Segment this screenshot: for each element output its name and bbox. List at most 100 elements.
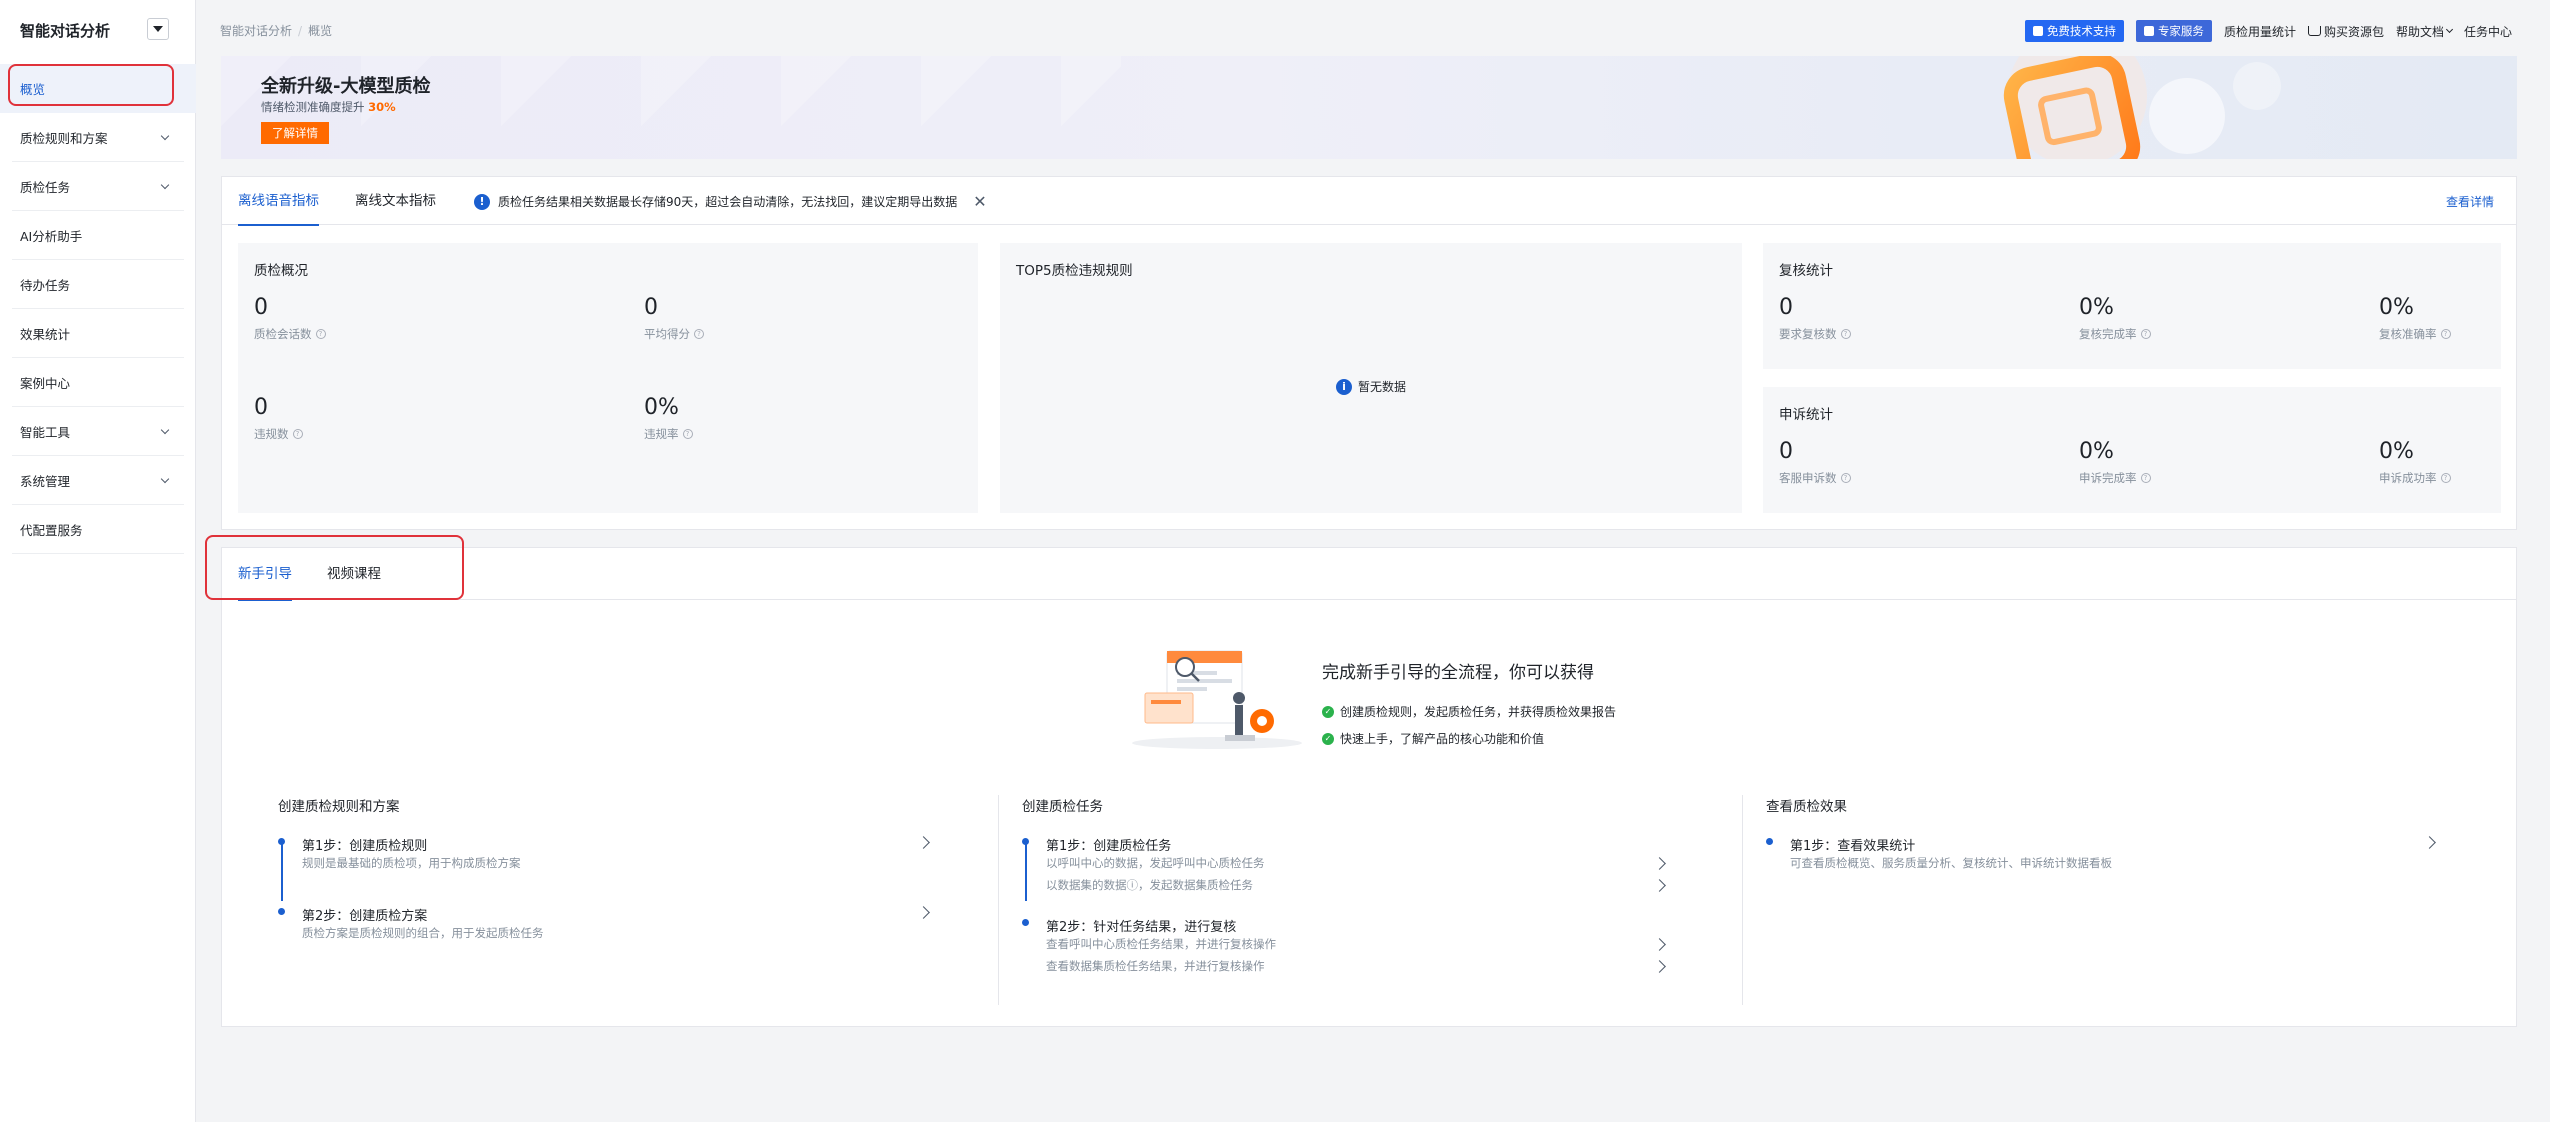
usage-stats-link[interactable]: 质检用量统计 — [2224, 23, 2296, 40]
sidebar-item-config-service[interactable]: 代配置服务 — [0, 505, 196, 554]
column-title: 创建质检任务 — [1022, 799, 1103, 815]
tab-video-course[interactable]: 视频课程 — [327, 548, 381, 600]
sidebar-item-overview[interactable]: 概览 — [0, 64, 196, 113]
stat-review-completion: 0% 复核完成率? — [2079, 295, 2151, 342]
guide-column-tasks: 创建质检任务 第1步：创建质检任务 以呼叫中心的数据，发起呼叫中心质检任务 以数… — [1022, 795, 1712, 1005]
stat-label: 申诉完成率 — [2079, 471, 2137, 485]
info-icon: ! — [474, 193, 490, 210]
guide-step[interactable]: 第1步：创建质检规则 规则是最基础的质检项，用于构成质检方案 — [278, 835, 968, 885]
help-icon[interactable]: ? — [315, 329, 326, 339]
chevron-right-icon[interactable] — [1653, 960, 1666, 973]
sidebar-item-stats[interactable]: 效果统计 — [0, 309, 196, 358]
view-detail-link[interactable]: 查看详情 — [2446, 193, 2494, 210]
help-icon[interactable]: ? — [1840, 329, 1851, 339]
chevron-right-icon[interactable] — [1653, 857, 1666, 870]
breadcrumb-current: 概览 — [308, 24, 333, 38]
sidebar: 智能对话分析 概览 质检规则和方案 质检任务 AI分析助手 待办任务 效果统计 … — [0, 0, 196, 1122]
subtitle-highlight: 30% — [368, 100, 396, 114]
stat-label: 申诉成功率 — [2379, 471, 2437, 485]
top-navigation: 免费技术支持 专家服务 质检用量统计 购买资源包 帮助文档 任务中心 — [2024, 20, 2512, 42]
stat-value: 0 — [254, 395, 268, 420]
help-icon[interactable]: ? — [2140, 473, 2151, 483]
benefit-item: ✓ 创建质检规则，发起质检任务，并获得质检效果报告 — [1322, 703, 1616, 720]
panel-title: 质检概况 — [254, 263, 308, 279]
stat-label: 复核完成率 — [2079, 327, 2137, 341]
stat-label: 客服申诉数 — [1779, 471, 1837, 485]
info-icon: i — [1335, 378, 1352, 395]
stat-review-accuracy: 0% 复核准确率? — [2379, 295, 2451, 342]
stat-label: 要求复核数 — [1779, 327, 1837, 341]
chevron-right-icon[interactable] — [1653, 879, 1666, 892]
tab-offline-text[interactable]: 离线文本指标 — [355, 177, 436, 225]
help-icon[interactable]: ? — [682, 429, 693, 439]
step-description: 以数据集的数据ⓘ，发起数据集质检任务 — [1046, 878, 1253, 892]
stat-value: 0 — [254, 295, 268, 320]
sidebar-item-label: 质检规则和方案 — [20, 131, 108, 146]
promo-banner: 全新升级-大模型质检 情绪检测准确度提升 30% 了解详情 — [221, 56, 2517, 159]
guide-step[interactable]: 第2步：创建质检方案 质检方案是质检规则的组合，用于发起质检任务 — [278, 905, 968, 955]
guide-tabs: 新手引导 视频课程 — [222, 548, 2516, 601]
step-description: 可查看质检概览、服务质量分析、复核统计、申诉统计数据看板 — [1790, 856, 2112, 870]
caret-down-icon — [153, 26, 163, 32]
stat-violation-rate: 0% 违规率? — [644, 395, 693, 442]
metrics-card: 离线语音指标 离线文本指标 ! 质检任务结果相关数据最长存储90天，超过会自动清… — [221, 176, 2517, 530]
sidebar-item-ai-assistant[interactable]: AI分析助手 — [0, 211, 196, 260]
support-icon — [2032, 26, 2043, 36]
sidebar-item-system[interactable]: 系统管理 — [0, 456, 196, 505]
step-description: 查看呼叫中心质检任务结果，并进行复核操作 — [1046, 937, 1276, 951]
benefit-item: ✓ 快速上手，了解产品的核心功能和价值 — [1322, 730, 1544, 747]
stat-sessions: 0 质检会话数? — [254, 295, 326, 342]
tab-offline-voice[interactable]: 离线语音指标 — [238, 177, 319, 226]
help-icon[interactable]: ? — [2440, 473, 2451, 483]
link-label: 购买资源包 — [2323, 24, 2384, 39]
help-icon[interactable]: ? — [2440, 329, 2451, 339]
chevron-right-icon[interactable] — [917, 906, 930, 919]
stat-value: 0% — [2379, 295, 2414, 320]
chevron-right-icon[interactable] — [1653, 938, 1666, 951]
cart-icon — [2307, 26, 2321, 36]
step-description: 以呼叫中心的数据，发起呼叫中心质检任务 — [1046, 856, 1265, 870]
stat-value: 0% — [2079, 439, 2114, 464]
sidebar-item-label: 效果统计 — [20, 327, 71, 342]
guide-step[interactable]: 第1步：创建质检任务 以呼叫中心的数据，发起呼叫中心质检任务 以数据集的数据ⓘ，… — [1022, 835, 1712, 897]
metrics-tabs: 离线语音指标 离线文本指标 ! 质检任务结果相关数据最长存储90天，超过会自动清… — [222, 177, 2516, 226]
help-icon[interactable]: ? — [292, 429, 303, 439]
chevron-down-icon — [2445, 25, 2454, 34]
free-support-button[interactable]: 免费技术支持 — [2024, 20, 2124, 42]
guide-step[interactable]: 第1步：查看效果统计 可查看质检概览、服务质量分析、复核统计、申诉统计数据看板 — [1766, 835, 2456, 885]
guide-step[interactable]: 第2步：针对任务结果，进行复核 查看呼叫中心质检任务结果，并进行复核操作 查看数… — [1022, 916, 1712, 978]
breadcrumb: 智能对话分析 / 概览 — [220, 24, 333, 38]
stat-value: 0 — [1779, 439, 1793, 464]
tab-beginner-guide[interactable]: 新手引导 — [238, 548, 292, 601]
close-icon[interactable]: ✕ — [973, 192, 986, 211]
sidebar-item-todo[interactable]: 待办任务 — [0, 260, 196, 309]
step-title: 第1步：创建质检任务 — [1046, 839, 1172, 854]
breadcrumb-root[interactable]: 智能对话分析 — [220, 24, 292, 38]
empty-state: i 暂无数据 — [1335, 378, 1406, 395]
sidebar-collapse-button[interactable] — [147, 18, 169, 40]
sidebar-item-cases[interactable]: 案例中心 — [0, 358, 196, 407]
task-center-link[interactable]: 任务中心 — [2464, 23, 2512, 40]
help-icon[interactable]: ? — [1840, 473, 1851, 483]
help-icon[interactable]: ? — [2140, 329, 2151, 339]
appeal-panel: 申诉统计 0 客服申诉数? 0% 申诉完成率? 0% 申诉成功率? — [1763, 387, 2501, 513]
buy-resource-link[interactable]: 购买资源包 — [2307, 23, 2384, 40]
help-docs-menu[interactable]: 帮助文档 — [2396, 23, 2454, 40]
chevron-down-icon — [160, 474, 170, 484]
chevron-right-icon[interactable] — [2423, 836, 2436, 849]
sidebar-item-rules[interactable]: 质检规则和方案 — [0, 113, 196, 162]
stat-review-required: 0 要求复核数? — [1779, 295, 1851, 342]
help-icon[interactable]: ? — [694, 329, 704, 339]
sidebar-item-label: 待办任务 — [20, 278, 71, 293]
stat-value: 0% — [2379, 439, 2414, 464]
stat-average-score: 0 平均得分? — [644, 295, 704, 342]
expert-service-button[interactable]: 专家服务 — [2135, 20, 2212, 42]
stat-value: 0% — [644, 395, 679, 420]
chevron-right-icon[interactable] — [917, 836, 930, 849]
step-dot — [1766, 838, 1773, 845]
stat-label: 复核准确率 — [2379, 327, 2437, 341]
sidebar-item-tools[interactable]: 智能工具 — [0, 407, 196, 456]
step-dot — [278, 908, 285, 915]
learn-more-button[interactable]: 了解详情 — [261, 122, 329, 144]
sidebar-item-tasks[interactable]: 质检任务 — [0, 162, 196, 211]
